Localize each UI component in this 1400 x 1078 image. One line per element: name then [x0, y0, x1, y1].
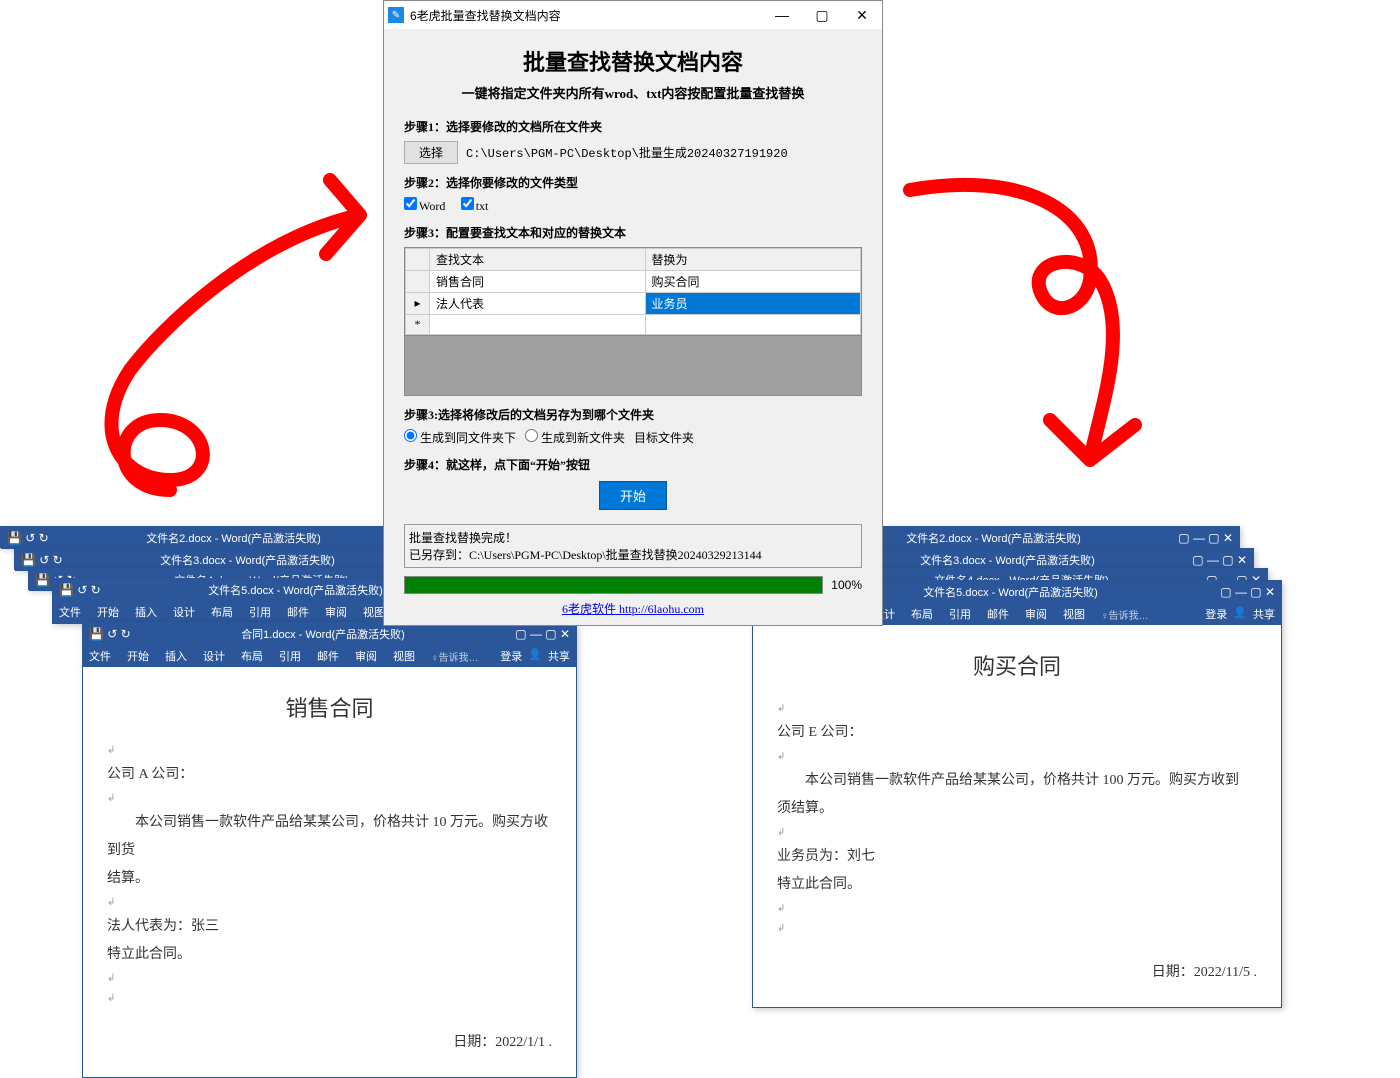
- minimize-button[interactable]: —: [762, 1, 802, 29]
- word-document-body: 销售合同 ↲ 公司 A 公司： ↲ 本公司销售一款软件产品给某某公司，价格共计 …: [83, 667, 576, 1077]
- word-title: 合同1.docx - Word(产品激活失败): [131, 626, 516, 642]
- selected-cell[interactable]: 业务员: [645, 293, 861, 315]
- maximize-button[interactable]: ▢: [802, 1, 842, 29]
- step3b-label: 步骤3:选择将修改后的文档另存为到哪个文件夹: [404, 406, 862, 423]
- word-ribbon[interactable]: 文件开始插入设计布局引用邮件审阅视图♀告诉我…登录👤共享: [83, 645, 576, 667]
- batch-replace-dialog: ✎ 6老虎批量查找替换文档内容 — ▢ ✕ 批量查找替换文档内容 一键将指定文件…: [383, 0, 883, 626]
- source-path: C:\Users\PGM-PC\Desktop\批量生成202403271919…: [466, 144, 788, 161]
- window-controls[interactable]: ▢ — ▢ ✕: [1220, 585, 1275, 599]
- table-row: ▸法人代表业务员: [406, 293, 861, 315]
- checkbox-word[interactable]: [404, 197, 417, 210]
- status-line1: 批量查找替换完成！: [409, 529, 857, 546]
- word-window-front-left[interactable]: 💾 ↺ ↻合同1.docx - Word(产品激活失败)▢ — ▢ ✕ 文件开始…: [82, 622, 577, 1078]
- table-row-new: *: [406, 315, 861, 335]
- word-titlebar[interactable]: 💾 ↺ ↻合同1.docx - Word(产品激活失败)▢ — ▢ ✕: [83, 623, 576, 645]
- dialog-titlebar[interactable]: ✎ 6老虎批量查找替换文档内容 — ▢ ✕: [384, 1, 882, 29]
- col-replace[interactable]: 替换为: [645, 249, 861, 271]
- left-arrow-annotation: [50, 150, 410, 520]
- footer-link[interactable]: 6老虎软件 http://6laohu.com: [404, 600, 862, 621]
- app-icon: ✎: [388, 7, 404, 23]
- checkbox-txt[interactable]: [461, 197, 474, 210]
- doc-title: 销售合同: [107, 687, 552, 731]
- dialog-heading: 批量查找替换文档内容: [404, 45, 862, 77]
- dialog-subheading: 一键将指定文件夹内所有wrod、txt内容按配置批量查找替换: [404, 83, 862, 102]
- table-row: 销售合同购买合同: [406, 271, 861, 293]
- status-box: 批量查找替换完成！ 已另存到：C:\Users\PGM-PC\Desktop\批…: [404, 524, 862, 568]
- start-button[interactable]: 开始: [599, 481, 667, 510]
- close-button[interactable]: ✕: [842, 1, 882, 29]
- progress-bar: [404, 576, 823, 594]
- replace-grid[interactable]: 查找文本替换为 销售合同购买合同 ▸法人代表业务员 *: [404, 247, 862, 396]
- status-line2: 已另存到：C:\Users\PGM-PC\Desktop\批量查找替换20240…: [409, 546, 857, 563]
- word-window-front-right[interactable]: 💾 ↺ ↻文件名5.docx - Word(产品激活失败)▢ — ▢ ✕ 文件开…: [752, 580, 1282, 1008]
- select-folder-button[interactable]: 选择: [404, 141, 458, 164]
- target-folder-label: 目标文件夹: [634, 431, 694, 445]
- row-indicator-icon: ▸: [406, 293, 430, 315]
- radio-same-folder[interactable]: [404, 429, 417, 442]
- step1-label: 步骤1：选择要修改的文档所在文件夹: [404, 118, 862, 135]
- step3-label: 步骤3：配置要查找文本和对应的替换文本: [404, 224, 862, 241]
- doc-title: 购买合同: [777, 645, 1257, 689]
- window-controls[interactable]: ▢ — ▢ ✕: [515, 627, 570, 641]
- word-document-body: 购买合同 ↲ 公司 E 公司： ↲ 本公司销售一款软件产品给某某公司，价格共计 …: [753, 625, 1281, 1007]
- step4-label: 步骤4：就这样，点下面“开始”按钮: [404, 456, 862, 473]
- quick-access-toolbar[interactable]: 💾 ↺ ↻: [89, 627, 131, 641]
- right-arrow-annotation: [900, 150, 1220, 520]
- step2-label: 步骤2：选择你要修改的文件类型: [404, 174, 862, 191]
- progress-percent: 100%: [831, 578, 862, 592]
- col-find[interactable]: 查找文本: [430, 249, 646, 271]
- radio-new-folder[interactable]: [525, 429, 538, 442]
- window-title: 6老虎批量查找替换文档内容: [410, 7, 762, 24]
